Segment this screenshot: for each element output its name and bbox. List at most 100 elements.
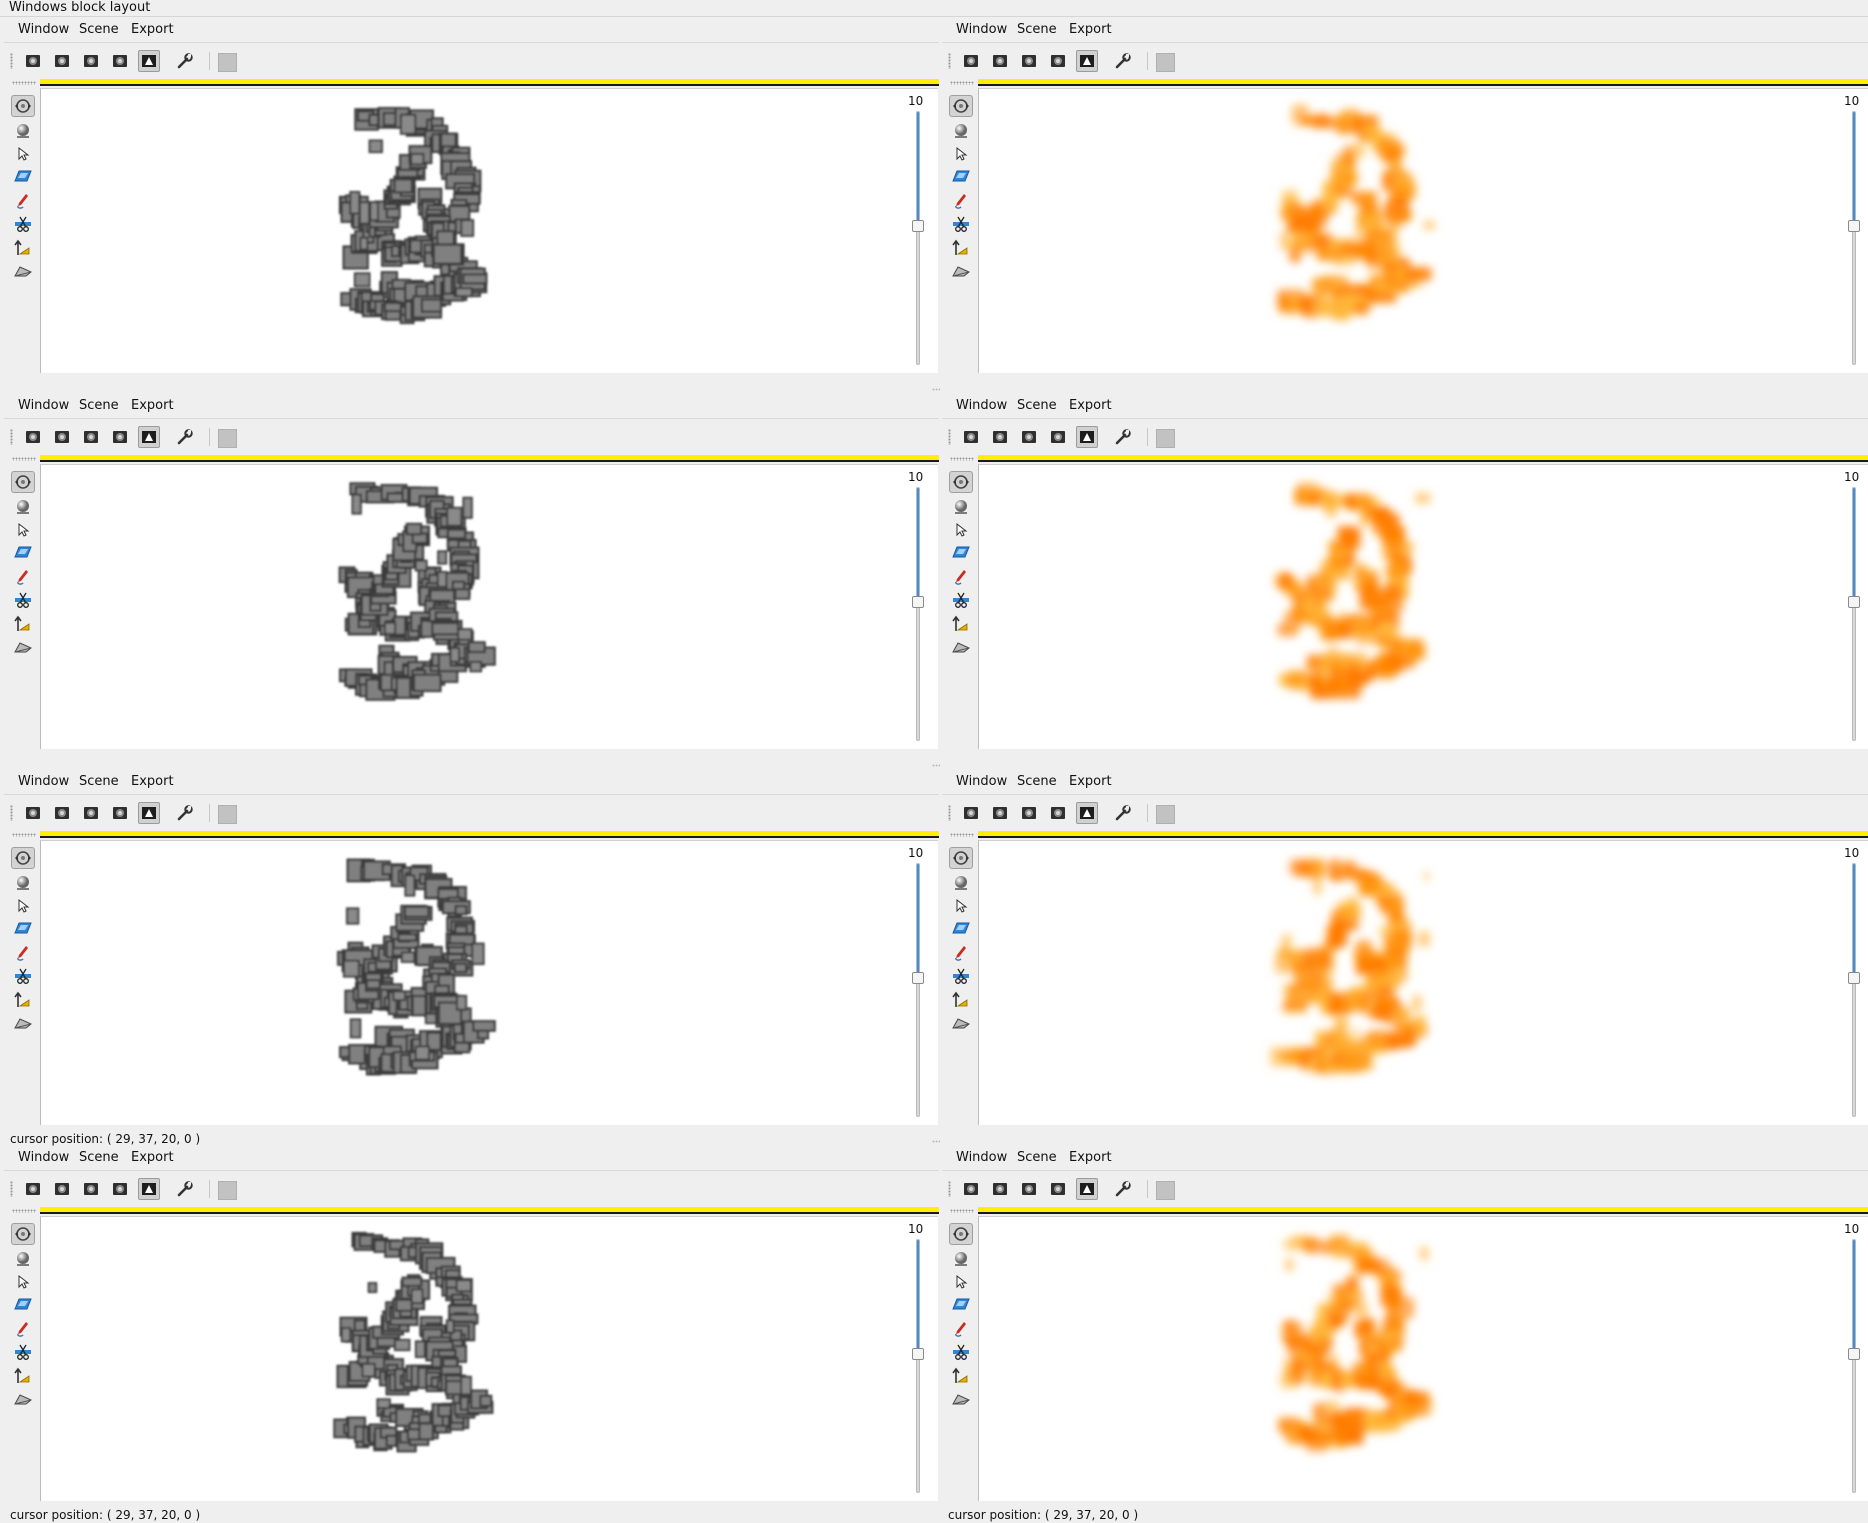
- wrench-icon[interactable]: [1112, 802, 1134, 824]
- volume-render-icon[interactable]: [1076, 1178, 1098, 1200]
- camera-icon[interactable]: [22, 802, 44, 824]
- pointer-icon[interactable]: [11, 1271, 35, 1293]
- color-swatch-button[interactable]: [218, 429, 237, 448]
- menu-export[interactable]: Export: [1069, 22, 1112, 37]
- cut-icon[interactable]: [11, 213, 35, 235]
- rotate-icon[interactable]: [11, 471, 35, 493]
- 3d-viewport[interactable]: 10: [978, 88, 1868, 373]
- wrench-icon[interactable]: [174, 802, 196, 824]
- 3d-viewport[interactable]: 10: [978, 840, 1868, 1125]
- splitter-handle[interactable]: [932, 388, 940, 391]
- camera-icon[interactable]: [1047, 426, 1069, 448]
- sphere-icon[interactable]: [11, 496, 35, 518]
- camera-icon[interactable]: [1047, 802, 1069, 824]
- dock-handle[interactable]: [12, 1209, 36, 1213]
- pen-icon[interactable]: [949, 1318, 973, 1340]
- menu-window[interactable]: Window: [956, 1150, 1007, 1165]
- slider-handle[interactable]: [1848, 972, 1860, 985]
- pen-icon[interactable]: [11, 190, 35, 212]
- slice-icon[interactable]: [949, 1294, 973, 1316]
- wrench-icon[interactable]: [1112, 50, 1134, 72]
- slice-icon[interactable]: [949, 918, 973, 940]
- camera-icon[interactable]: [80, 1178, 102, 1200]
- camera-icon[interactable]: [989, 1178, 1011, 1200]
- rotate-icon[interactable]: [11, 1223, 35, 1245]
- plane-icon[interactable]: [11, 260, 35, 282]
- pen-icon[interactable]: [949, 942, 973, 964]
- transform-icon[interactable]: [949, 237, 973, 259]
- pointer-icon[interactable]: [11, 143, 35, 165]
- plane-icon[interactable]: [11, 1012, 35, 1034]
- slider-handle[interactable]: [912, 1348, 924, 1361]
- dock-handle[interactable]: [12, 81, 36, 85]
- dock-handle[interactable]: [12, 457, 36, 461]
- volume-render-icon[interactable]: [1076, 802, 1098, 824]
- color-swatch-button[interactable]: [218, 1181, 237, 1200]
- opacity-slider[interactable]: [1848, 863, 1860, 1117]
- transform-icon[interactable]: [11, 237, 35, 259]
- cut-icon[interactable]: [949, 1341, 973, 1363]
- 3d-viewport[interactable]: 10: [978, 464, 1868, 749]
- sphere-icon[interactable]: [949, 120, 973, 142]
- transform-icon[interactable]: [949, 1365, 973, 1387]
- camera-icon[interactable]: [51, 1178, 73, 1200]
- wrench-icon[interactable]: [1112, 1178, 1134, 1200]
- rotate-icon[interactable]: [11, 95, 35, 117]
- sphere-icon[interactable]: [11, 1248, 35, 1270]
- camera-icon[interactable]: [1018, 1178, 1040, 1200]
- camera-icon[interactable]: [960, 802, 982, 824]
- opacity-slider[interactable]: [1848, 111, 1860, 365]
- camera-icon[interactable]: [1018, 50, 1040, 72]
- transform-icon[interactable]: [11, 1365, 35, 1387]
- dock-handle[interactable]: [950, 457, 974, 461]
- pointer-icon[interactable]: [949, 519, 973, 541]
- pointer-icon[interactable]: [11, 519, 35, 541]
- menu-export[interactable]: Export: [131, 22, 174, 37]
- color-swatch-button[interactable]: [1156, 429, 1175, 448]
- camera-icon[interactable]: [51, 802, 73, 824]
- opacity-slider[interactable]: [912, 863, 924, 1117]
- slice-icon[interactable]: [949, 542, 973, 564]
- menu-export[interactable]: Export: [131, 398, 174, 413]
- color-swatch-button[interactable]: [1156, 1181, 1175, 1200]
- camera-icon[interactable]: [80, 802, 102, 824]
- transform-icon[interactable]: [11, 989, 35, 1011]
- menu-scene[interactable]: Scene: [79, 774, 119, 789]
- wrench-icon[interactable]: [174, 1178, 196, 1200]
- plane-icon[interactable]: [949, 1012, 973, 1034]
- volume-render-icon[interactable]: [138, 50, 160, 72]
- transform-icon[interactable]: [949, 989, 973, 1011]
- camera-icon[interactable]: [109, 1178, 131, 1200]
- volume-render-icon[interactable]: [1076, 50, 1098, 72]
- camera-icon[interactable]: [109, 50, 131, 72]
- camera-icon[interactable]: [960, 426, 982, 448]
- menu-window[interactable]: Window: [956, 774, 1007, 789]
- camera-icon[interactable]: [80, 426, 102, 448]
- pen-icon[interactable]: [11, 942, 35, 964]
- slider-handle[interactable]: [912, 972, 924, 985]
- cut-icon[interactable]: [949, 213, 973, 235]
- cut-icon[interactable]: [11, 965, 35, 987]
- volume-render-icon[interactable]: [138, 802, 160, 824]
- dock-handle[interactable]: [12, 833, 36, 837]
- rotate-icon[interactable]: [949, 1223, 973, 1245]
- menu-export[interactable]: Export: [1069, 398, 1112, 413]
- opacity-slider[interactable]: [1848, 1239, 1860, 1493]
- plane-icon[interactable]: [11, 1388, 35, 1410]
- sphere-icon[interactable]: [11, 120, 35, 142]
- menu-window[interactable]: Window: [18, 774, 69, 789]
- menu-scene[interactable]: Scene: [79, 398, 119, 413]
- transform-icon[interactable]: [949, 613, 973, 635]
- camera-icon[interactable]: [51, 426, 73, 448]
- camera-icon[interactable]: [1018, 802, 1040, 824]
- slice-icon[interactable]: [949, 166, 973, 188]
- menu-export[interactable]: Export: [1069, 774, 1112, 789]
- camera-icon[interactable]: [51, 50, 73, 72]
- slider-handle[interactable]: [1848, 1348, 1860, 1361]
- slice-icon[interactable]: [11, 166, 35, 188]
- dock-handle[interactable]: [950, 81, 974, 85]
- menu-window[interactable]: Window: [956, 398, 1007, 413]
- toolbar-grip[interactable]: [10, 429, 13, 445]
- pen-icon[interactable]: [949, 566, 973, 588]
- slider-handle[interactable]: [1848, 596, 1860, 609]
